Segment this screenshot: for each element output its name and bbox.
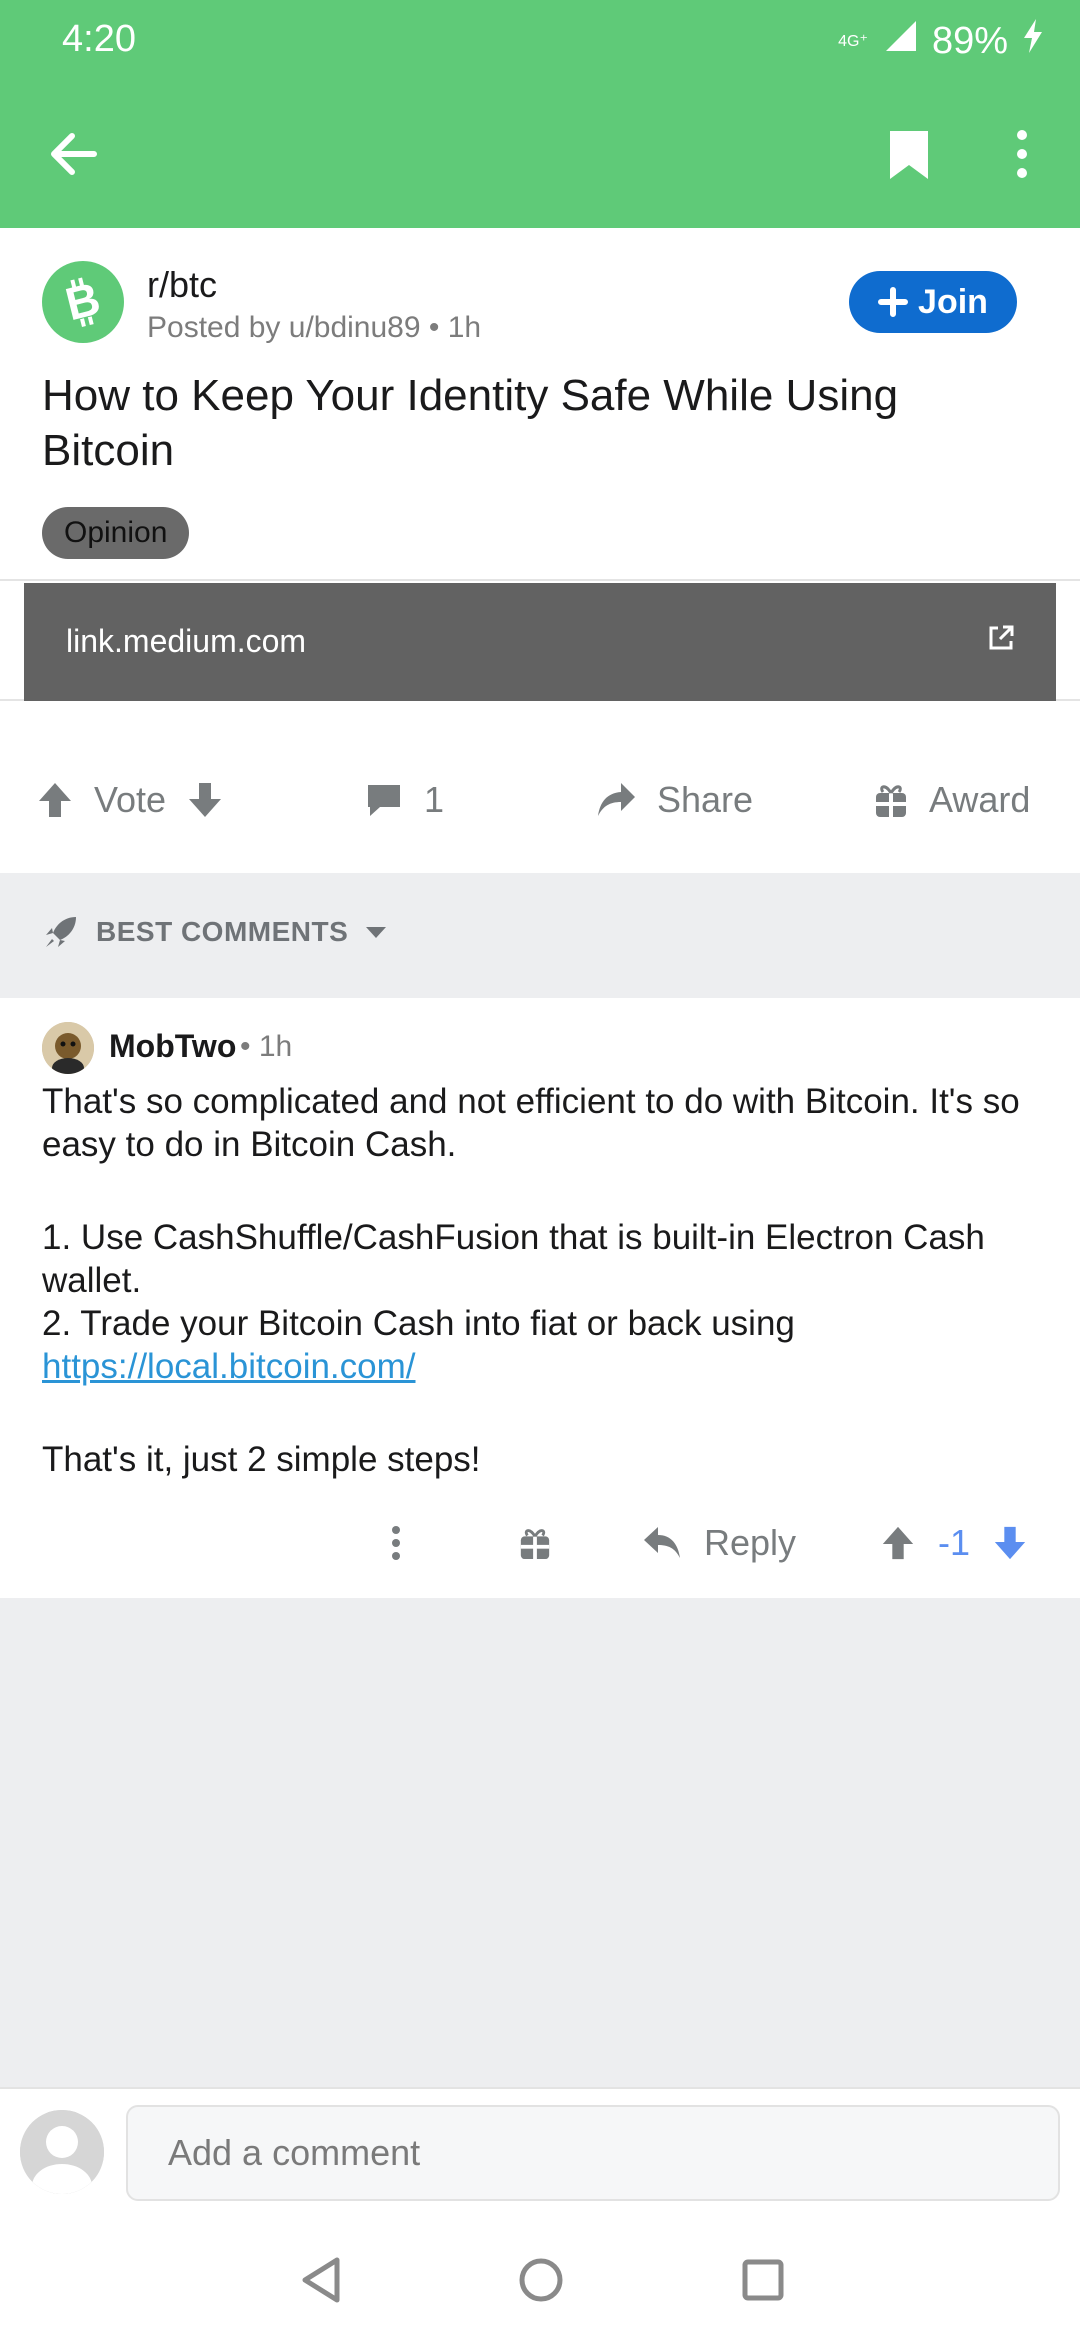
more-options-button[interactable] xyxy=(982,114,1062,194)
comment-paragraph: That's it, just 2 simple steps! xyxy=(42,1440,481,1479)
comment-composer xyxy=(0,2087,1080,2217)
nav-home-button[interactable] xyxy=(506,2245,576,2315)
upvote-icon[interactable] xyxy=(880,1524,916,1562)
award-label: Award xyxy=(929,779,1031,820)
signal-icon xyxy=(882,19,918,63)
system-nav-bar xyxy=(0,2217,1080,2340)
subreddit-avatar[interactable]: B xyxy=(42,261,124,343)
battery-percent: 89% xyxy=(931,19,1008,62)
vote-label: Vote xyxy=(94,779,167,820)
award-button[interactable]: Award xyxy=(873,740,1030,860)
reply-label: Reply xyxy=(704,1522,797,1563)
gift-icon xyxy=(876,785,906,817)
share-icon xyxy=(598,783,635,816)
share-label: Share xyxy=(657,779,754,820)
gift-icon xyxy=(520,1529,550,1560)
join-label: Join xyxy=(918,282,988,321)
post-header: B r/btc Posted by u/bdinu89 • 1h Join Ho… xyxy=(0,228,1080,578)
bookmark-button[interactable] xyxy=(869,114,949,194)
plus-icon xyxy=(878,287,909,317)
downvote-icon[interactable] xyxy=(186,780,224,820)
comment-count: 1 xyxy=(424,779,445,820)
rocket-icon xyxy=(46,917,76,947)
network-type: 4G⁺ xyxy=(838,33,868,50)
app-bar: 4:20 4G⁺ 89% xyxy=(0,0,1080,228)
more-vertical-icon xyxy=(392,1526,400,1560)
nav-back-button[interactable] xyxy=(286,2245,356,2315)
square-recents-icon xyxy=(742,2259,784,2301)
triangle-back-icon xyxy=(302,2257,340,2303)
post-meta[interactable]: Posted by u/bdinu89 • 1h xyxy=(147,311,481,345)
comment-vote-group: -1 xyxy=(880,1498,1028,1588)
back-button[interactable] xyxy=(33,114,113,194)
external-link-icon xyxy=(986,623,1016,658)
add-comment-input[interactable] xyxy=(126,2105,1060,2201)
join-button[interactable]: Join xyxy=(849,271,1017,333)
external-link-card[interactable]: link.medium.com xyxy=(24,583,1056,701)
charging-icon xyxy=(1022,18,1044,64)
comment-author[interactable]: MobTwo xyxy=(109,1028,236,1065)
arrow-left-icon xyxy=(51,133,97,175)
reply-icon xyxy=(644,1527,680,1558)
bookmark-icon xyxy=(890,131,928,179)
comment-icon xyxy=(368,785,400,816)
comment-sort-bar: BEST COMMENTS xyxy=(0,873,1080,998)
vote-group: Vote xyxy=(36,740,224,860)
post-flair[interactable]: Opinion xyxy=(42,507,190,559)
nav-recents-button[interactable] xyxy=(728,2245,798,2315)
comment-link[interactable]: https://local.bitcoin.com/ xyxy=(42,1347,416,1386)
reply-button[interactable]: Reply xyxy=(642,1498,796,1588)
caret-down-icon xyxy=(366,927,387,938)
bitcoin-cash-logo-icon: B xyxy=(60,272,105,330)
user-avatar xyxy=(20,2110,104,2194)
comment-score: -1 xyxy=(938,1522,971,1563)
comment-list-item: 2. Trade your Bitcoin Cash into fiat or … xyxy=(42,1304,795,1343)
status-time: 4:20 xyxy=(62,18,136,60)
circle-home-icon xyxy=(519,2258,563,2302)
comment: MobTwo • 1h That's so complicated and no… xyxy=(0,998,1080,1598)
comment-more-button[interactable] xyxy=(390,1498,402,1588)
sort-label: BEST COMMENTS xyxy=(96,916,349,947)
status-indicators: 4G⁺ 89% xyxy=(838,18,1044,64)
subreddit-name[interactable]: r/btc xyxy=(147,264,217,306)
upvote-icon[interactable] xyxy=(36,780,74,820)
comment-list-item: 1. Use CashShuffle/CashFusion that is bu… xyxy=(42,1218,985,1300)
comments-button[interactable]: 1 xyxy=(364,740,444,860)
post-title: How to Keep Your Identity Safe While Usi… xyxy=(42,371,899,475)
comment-body: That's so complicated and not efficient … xyxy=(42,1080,1042,1481)
comment-time: • 1h xyxy=(240,1030,293,1063)
post-actions: Vote 1 Share Award xyxy=(0,740,1080,860)
share-button[interactable]: Share xyxy=(595,740,753,860)
status-bar: 4:20 4G⁺ 89% xyxy=(0,0,1080,80)
comment-actions: Reply -1 xyxy=(0,1498,1080,1588)
empty-comments-area xyxy=(0,1598,1080,2087)
comment-sort-button[interactable]: BEST COMMENTS xyxy=(42,913,388,951)
comment-award-button[interactable] xyxy=(518,1498,552,1588)
toolbar xyxy=(0,80,1080,228)
comment-paragraph: That's so complicated and not efficient … xyxy=(42,1082,1020,1164)
commenter-avatar[interactable] xyxy=(42,1022,94,1074)
downvote-icon[interactable] xyxy=(992,1524,1028,1562)
link-domain: link.medium.com xyxy=(66,623,307,659)
more-vertical-icon xyxy=(1017,130,1027,178)
